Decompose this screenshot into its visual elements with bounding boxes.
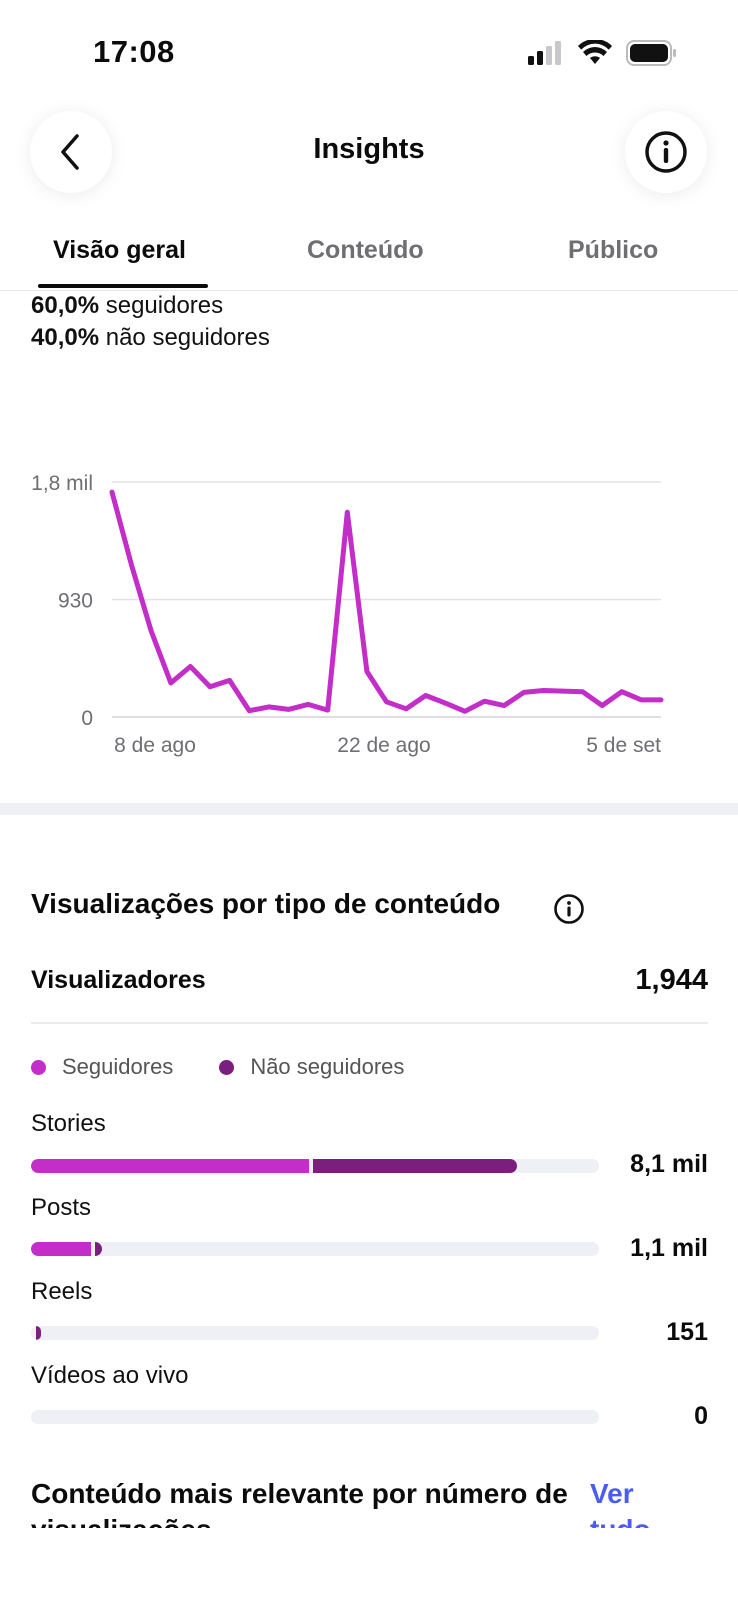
row-label-stories: Stories — [31, 1110, 106, 1137]
bar-track-stories — [31, 1159, 599, 1173]
y-tick-label: 0 — [81, 707, 93, 730]
legend-label-followers: Seguidores — [62, 1054, 174, 1079]
status-icons — [528, 40, 678, 66]
tab-content[interactable]: Conteúdo — [307, 236, 424, 265]
nonfollowers-ratio: 40,0% não seguidores — [31, 324, 270, 352]
row-value-reels: 151 — [666, 1318, 708, 1346]
bar-followers-posts — [31, 1242, 91, 1256]
legend-dot-followers — [31, 1059, 46, 1075]
tab-bar: Visão geral Conteúdo Público — [0, 220, 738, 291]
status-time: 17:08 — [93, 34, 175, 69]
followers-percent: 60,0% — [31, 292, 100, 319]
active-tab-indicator — [38, 284, 208, 288]
bar-track-posts — [31, 1242, 599, 1256]
x-tick-label: 8 de ago — [114, 734, 196, 757]
followers-ratio: 60,0% seguidores — [31, 292, 223, 320]
content-views-info-button[interactable] — [553, 893, 585, 930]
row-label-posts: Posts — [31, 1194, 92, 1221]
bar-track-live — [31, 1410, 599, 1424]
row-label-live: Vídeos ao vivo — [31, 1362, 189, 1389]
bar-followers-stories — [31, 1159, 310, 1173]
y-tick-label: 930 — [58, 590, 93, 613]
tab-overview[interactable]: Visão geral — [53, 236, 186, 265]
row-value-live: 0 — [694, 1402, 708, 1430]
tab-audience[interactable]: Público — [568, 236, 658, 265]
bar-nonfollowers-posts — [94, 1242, 102, 1256]
viewers-label: Visualizadores — [31, 966, 206, 994]
row-value-posts: 1,1 mil — [630, 1234, 708, 1262]
cellular-signal-icon — [528, 41, 561, 65]
bottom-cutoff — [0, 1528, 738, 1600]
nonfollowers-label: não seguidores — [105, 324, 270, 351]
bar-track-reels — [31, 1326, 599, 1340]
divider — [31, 1022, 708, 1024]
legend-item-nonfollowers: Não seguidores — [219, 1054, 404, 1080]
section-divider — [0, 803, 738, 815]
legend-item-followers: Seguidores — [31, 1054, 173, 1080]
battery-icon — [626, 40, 676, 66]
info-icon — [645, 131, 687, 173]
followers-label: seguidores — [105, 292, 224, 319]
chart-legend: Seguidores Não seguidores — [31, 1054, 450, 1080]
row-value-stories: 8,1 mil — [630, 1150, 708, 1178]
info-button[interactable] — [625, 111, 707, 193]
x-tick-label: 22 de ago — [337, 734, 430, 757]
legend-label-nonfollowers: Não seguidores — [250, 1054, 405, 1079]
x-tick-label: 5 de set — [586, 734, 661, 757]
nonfollowers-percent: 40,0% — [31, 324, 100, 351]
bar-nonfollowers-reels — [36, 1326, 42, 1340]
row-label-reels: Reels — [31, 1278, 93, 1305]
viewers-value: 1,944 — [635, 964, 708, 996]
y-tick-label: 1,8 mil — [31, 472, 93, 495]
content-views-title: Visualizações por tipo de conteúdo — [31, 888, 501, 919]
wifi-icon — [578, 40, 612, 64]
bar-nonfollowers-stories — [313, 1159, 517, 1173]
info-icon — [554, 894, 584, 924]
legend-dot-nonfollowers — [219, 1059, 235, 1075]
views-series-line — [109, 489, 664, 714]
views-line-chart: 1,8 mil 930 0 8 de ago 22 de ago 5 de set — [31, 472, 664, 757]
